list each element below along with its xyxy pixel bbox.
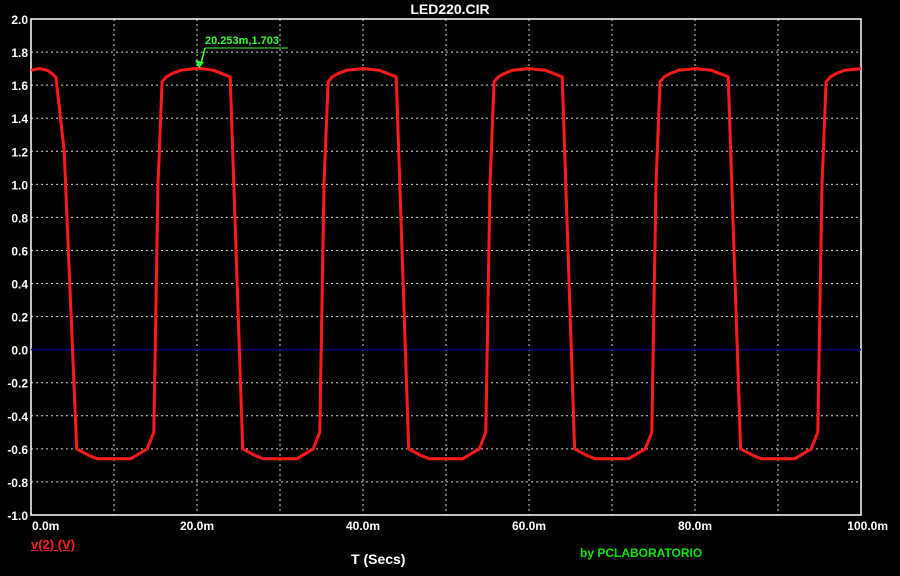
credit-text: by PCLABORATORIO (580, 546, 703, 560)
y-tick-label: 0.6 (11, 244, 28, 258)
y-tick-label: -1.0 (7, 509, 28, 523)
cursor-leader (200, 47, 206, 64)
x-tick-label: 80.0m (678, 519, 712, 533)
x-tick-label: 20.0m (180, 519, 214, 533)
y-tick-label: 0.2 (11, 311, 28, 325)
y-tick-label: 1.4 (11, 112, 28, 126)
cursor-marker (195, 47, 288, 69)
chart-plot: 2.01.81.61.41.21.00.80.60.40.20.0-0.2-0.… (7, 13, 888, 533)
y-tick-label: -0.8 (7, 476, 28, 490)
x-tick-label: 40.0m (346, 519, 380, 533)
y-tick-label: -0.6 (7, 443, 28, 457)
x-tick-label: 0.0m (32, 519, 59, 533)
x-tick-label: 60.0m (512, 519, 546, 533)
y-tick-label: 1.2 (11, 145, 28, 159)
y-tick-label: 0.8 (11, 211, 28, 225)
cursor-readout: 20.253m,1.703 (205, 35, 280, 47)
y-tick-label: 0.4 (11, 278, 28, 292)
legend-entry-v2[interactable]: v(2) (V) (31, 537, 75, 552)
y-tick-label: 0.0 (11, 344, 28, 358)
x-axis-title: T (Secs) (351, 551, 406, 567)
x-axis: 0.0m 20.0m 40.0m 60.0m 80.0m 100.0m (32, 519, 888, 533)
y-tick-label: -0.4 (7, 410, 28, 424)
y-tick-label: -0.2 (7, 377, 28, 391)
chart-title: LED220.CIR (410, 1, 490, 17)
y-tick-label: 1.0 (11, 178, 28, 192)
x-tick-label: 100.0m (847, 519, 888, 533)
y-axis: 2.01.81.61.41.21.00.80.60.40.20.0-0.2-0.… (7, 13, 28, 523)
y-tick-label: 1.6 (11, 79, 28, 93)
y-tick-label: 1.8 (11, 46, 28, 60)
